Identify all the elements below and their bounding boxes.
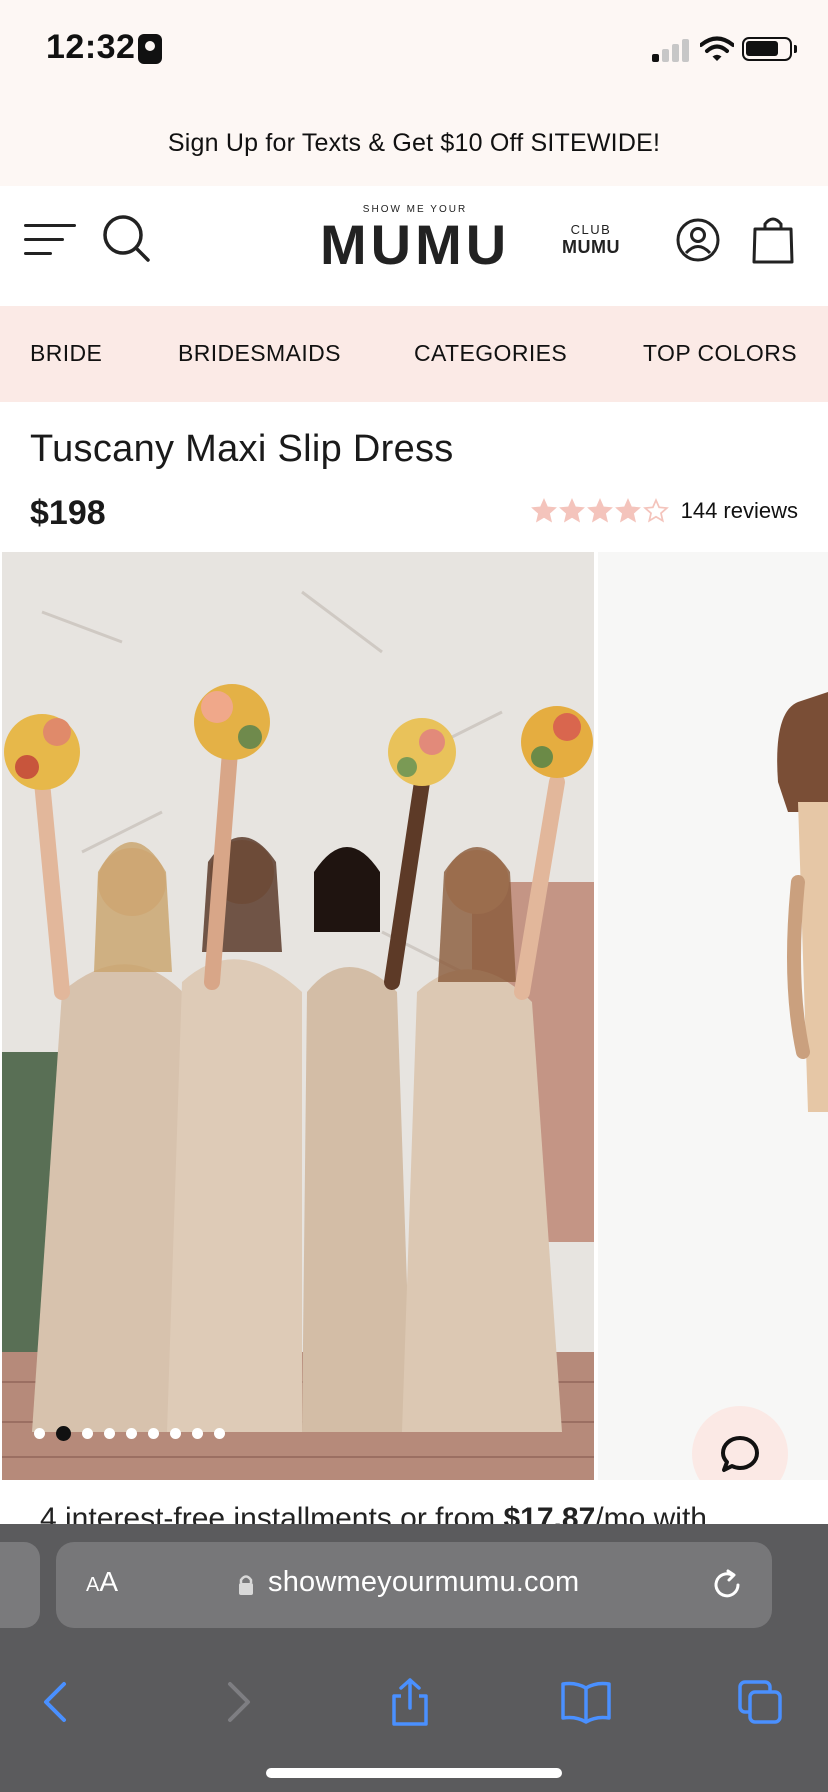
product-gallery[interactable] xyxy=(0,552,828,1480)
reader-options-button[interactable]: AA xyxy=(86,1566,118,1598)
model-photo-illustration xyxy=(598,552,828,1480)
star-filled-icon xyxy=(558,498,585,523)
review-count[interactable]: 144 reviews xyxy=(681,498,798,524)
star-filled-icon xyxy=(586,498,613,523)
product-price: $198 xyxy=(30,494,106,532)
tabs-icon[interactable] xyxy=(736,1678,784,1726)
promo-text[interactable]: Sign Up for Texts & Get $10 Off SITEWIDE… xyxy=(168,129,660,158)
product-photo-next[interactable] xyxy=(598,552,828,1480)
installments-prefix: 4 interest-free installments or from xyxy=(40,1502,504,1524)
browser-toolbar xyxy=(0,1658,828,1748)
logo-wordmark: MUMU xyxy=(320,213,511,276)
status-bar: 12:32 xyxy=(0,0,828,100)
address-bar[interactable]: AA showmeyourmumu.com xyxy=(56,1542,772,1628)
star-filled-icon xyxy=(614,498,641,523)
lock-icon xyxy=(239,1575,253,1595)
nav-item-bride[interactable]: BRIDE xyxy=(30,340,102,367)
nav-item-bridesmaids[interactable]: BRIDESMAIDS xyxy=(178,340,341,367)
cellular-signal-icon xyxy=(652,38,692,62)
account-icon[interactable] xyxy=(676,218,720,262)
aa-large: A xyxy=(99,1566,119,1597)
category-nav: BRIDE BRIDESMAIDS CATEGORIES TOP COLORS xyxy=(0,306,828,402)
gallery-dot[interactable] xyxy=(104,1428,115,1439)
star-filled-icon xyxy=(530,498,557,523)
product-photo-main[interactable] xyxy=(2,552,594,1480)
browser-chrome: AA showmeyourmumu.com xyxy=(0,1524,828,1792)
status-time: 12:32 xyxy=(46,28,136,66)
site-header: SHOW ME YOUR MUMU CLUB MUMU xyxy=(0,186,828,306)
share-icon[interactable] xyxy=(386,1678,434,1726)
gallery-dot[interactable] xyxy=(192,1428,203,1439)
forward-icon[interactable] xyxy=(212,1678,260,1726)
rating-stars xyxy=(530,498,671,524)
installments-notice: 4 interest-free installments or from $17… xyxy=(0,1480,828,1524)
url-text[interactable]: showmeyourmumu.com xyxy=(268,1566,579,1599)
club-bottom-label: MUMU xyxy=(562,237,620,257)
nav-item-top-colors[interactable]: TOP COLORS xyxy=(643,340,797,367)
site-logo[interactable]: SHOW ME YOUR MUMU xyxy=(320,204,510,273)
nav-item-categories[interactable]: CATEGORIES xyxy=(414,340,567,367)
star-empty-icon xyxy=(642,498,669,523)
reload-icon[interactable] xyxy=(710,1568,744,1602)
gallery-dot[interactable] xyxy=(126,1428,137,1439)
bridesmaids-photo-illustration xyxy=(2,552,594,1480)
contact-badge-icon xyxy=(138,34,162,64)
home-indicator[interactable] xyxy=(266,1768,562,1778)
gallery-dot[interactable] xyxy=(56,1426,71,1441)
product-title: Tuscany Maxi Slip Dress xyxy=(30,428,454,470)
gallery-dot[interactable] xyxy=(34,1428,45,1439)
club-mumu-link[interactable]: CLUB MUMU xyxy=(556,222,626,258)
gallery-dot[interactable] xyxy=(170,1428,181,1439)
gallery-pagination xyxy=(34,1426,236,1441)
back-icon[interactable] xyxy=(34,1678,82,1726)
installments-amount: $17.87 xyxy=(503,1502,596,1524)
previous-tab-preview[interactable] xyxy=(0,1542,40,1628)
chat-bubble-icon xyxy=(721,1436,759,1472)
bookmarks-icon[interactable] xyxy=(560,1678,612,1726)
product-info: Tuscany Maxi Slip Dress $198 144 reviews xyxy=(0,402,828,552)
gallery-dot[interactable] xyxy=(148,1428,159,1439)
battery-icon xyxy=(742,37,797,61)
wifi-icon xyxy=(700,36,734,61)
search-icon[interactable] xyxy=(102,214,152,264)
page: 12:32 Sign Up for Texts & Get $10 Off SI… xyxy=(0,0,828,1792)
gallery-dot[interactable] xyxy=(82,1428,93,1439)
club-top-label: CLUB xyxy=(570,222,612,237)
menu-icon[interactable] xyxy=(24,220,78,260)
installments-suffix: /mo with xyxy=(595,1502,707,1524)
installments-text: 4 interest-free installments or from $17… xyxy=(40,1502,707,1524)
bag-icon[interactable] xyxy=(752,214,794,264)
aa-small: A xyxy=(86,1574,100,1596)
gallery-dot[interactable] xyxy=(214,1428,225,1439)
product-rating[interactable]: 144 reviews xyxy=(530,498,798,524)
promo-banner[interactable]: Sign Up for Texts & Get $10 Off SITEWIDE… xyxy=(0,100,828,186)
